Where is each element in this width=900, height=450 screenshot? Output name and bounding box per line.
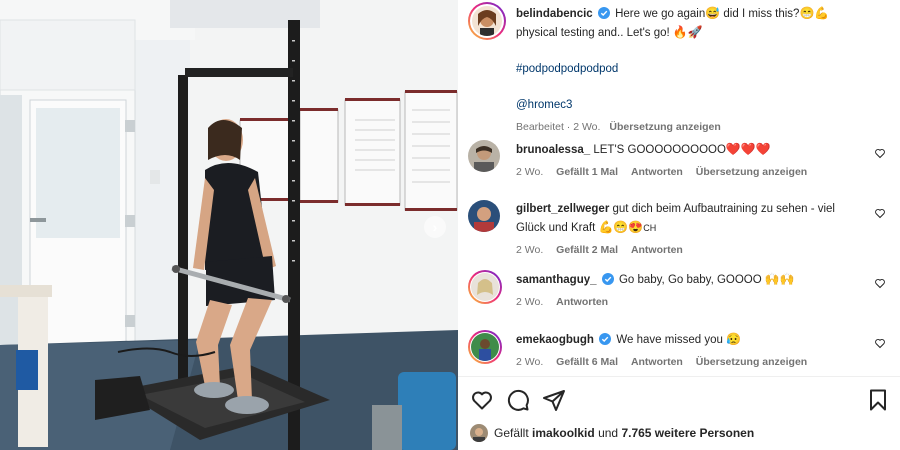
- post-caption: belindabencic Here we go again😅 did I mi…: [468, 2, 888, 136]
- author-username[interactable]: belindabencic: [516, 8, 593, 20]
- caption-translate-link[interactable]: Übersetzung anzeigen: [609, 121, 720, 133]
- comment-text: LET'S GOOOOOOOOOO: [593, 144, 726, 156]
- likes-middle: und: [598, 426, 619, 440]
- comment-emoji: 😥: [726, 332, 742, 346]
- post-photo: [0, 0, 458, 450]
- comment-emoji: 💪😁😍: [598, 220, 644, 234]
- caption-text: belindabencic Here we go again😅 did I mi…: [516, 2, 888, 136]
- chevron-right-icon: ›: [432, 219, 438, 235]
- author-avatar-image: [472, 6, 502, 36]
- comment-reply-button[interactable]: Antworten: [631, 166, 683, 178]
- post-media[interactable]: ›: [0, 0, 458, 450]
- comment-body: emekaogbugh We have missed you 😥 2 Wo. G…: [516, 330, 892, 371]
- comment-reply-button[interactable]: Antworten: [556, 296, 608, 308]
- comment-meta: 2 Wo. Gefällt 1 Mal Antworten Übersetzun…: [516, 163, 858, 181]
- caption-line-1: Here we go again: [615, 8, 706, 20]
- comment-like-heart-icon[interactable]: [874, 147, 886, 159]
- comment-icon[interactable]: [506, 388, 530, 412]
- comment-time: 2 Wo.: [516, 296, 544, 308]
- post-side-panel: belindabencic Here we go again😅 did I mi…: [458, 0, 900, 450]
- comment-suffix: CH: [643, 223, 657, 233]
- comment-time: 2 Wo.: [516, 166, 544, 178]
- verified-icon: [599, 333, 612, 345]
- comment-like-heart-icon[interactable]: [874, 337, 886, 349]
- post-action-bar: [470, 388, 888, 414]
- comment-meta: 2 Wo. Gefällt 6 Mal Antworten Übersetzun…: [516, 353, 858, 371]
- commenter-avatar[interactable]: [468, 140, 500, 172]
- comment-meta: 2 Wo. Gefällt 2 Mal Antworten: [516, 241, 858, 259]
- comment-likes[interactable]: Gefällt 1 Mal: [556, 166, 618, 178]
- likes-prefix: Gefällt: [494, 426, 529, 440]
- caption-hashtag[interactable]: #podpodpodpodpod: [516, 63, 618, 75]
- verified-icon: [597, 7, 610, 19]
- caption-edited-time: Bearbeitet · 2 Wo.: [516, 121, 601, 133]
- comment-item: gilbert_zellweger gut dich beim Aufbautr…: [468, 200, 892, 259]
- instagram-post-view: › belindabencic Here we go again😅 did I …: [0, 0, 900, 450]
- comment-time: 2 Wo.: [516, 244, 544, 256]
- commenter-avatar[interactable]: [468, 200, 500, 232]
- comment-reply-button[interactable]: Antworten: [631, 244, 683, 256]
- comment-translate-link[interactable]: Übersetzung anzeigen: [696, 166, 807, 178]
- likes-user[interactable]: imakoolkid: [532, 426, 595, 440]
- share-icon[interactable]: [542, 388, 566, 412]
- heart-icon[interactable]: [470, 388, 494, 412]
- comment-item: brunoalessa_ LET'S GOOOOOOOOOO❤️❤️❤️ 2 W…: [468, 140, 892, 181]
- comment-likes[interactable]: Gefällt 2 Mal: [556, 244, 618, 256]
- likes-count[interactable]: 7.765 weitere Personen: [621, 426, 754, 440]
- comment-likes[interactable]: Gefällt 6 Mal: [556, 356, 618, 368]
- comment-emoji: 🙌🙌: [764, 272, 795, 286]
- liker-avatar[interactable]: [470, 424, 488, 442]
- comment-like-heart-icon[interactable]: [874, 207, 886, 219]
- comment-emoji: ❤️❤️❤️: [725, 142, 771, 156]
- comment-username[interactable]: gilbert_zellweger: [516, 203, 609, 215]
- comment-username[interactable]: brunoalessa_: [516, 144, 590, 156]
- comment-username[interactable]: samanthaguy_: [516, 274, 597, 286]
- caption-mention[interactable]: @hromec3: [516, 99, 572, 111]
- comment-text: We have missed you: [616, 334, 723, 346]
- caption-emoji-2: 😁💪: [799, 6, 830, 20]
- caption-emoji-3: 🔥🚀: [672, 25, 703, 39]
- comment-like-heart-icon[interactable]: [874, 277, 886, 289]
- bookmark-icon[interactable]: [866, 388, 890, 412]
- comment-item: samanthaguy_ Go baby, Go baby, GOOOO 🙌🙌 …: [468, 270, 892, 311]
- comment-username[interactable]: emekaogbugh: [516, 334, 594, 346]
- comment-meta: 2 Wo. Antworten: [516, 293, 858, 311]
- comment-body: samanthaguy_ Go baby, Go baby, GOOOO 🙌🙌 …: [516, 270, 892, 311]
- actions-divider: [458, 376, 900, 377]
- caption-line-1b: did I miss this?: [720, 8, 800, 20]
- caption-meta: Bearbeitet · 2 Wo. Übersetzung anzeigen: [516, 118, 888, 136]
- caption-emoji-1: 😅: [705, 6, 721, 20]
- comment-body: brunoalessa_ LET'S GOOOOOOOOOO❤️❤️❤️ 2 W…: [516, 140, 892, 181]
- commenter-avatar-image: [471, 273, 499, 301]
- commenter-avatar-image: [471, 333, 499, 361]
- comment-time: 2 Wo.: [516, 356, 544, 368]
- comment-reply-button[interactable]: Antworten: [631, 356, 683, 368]
- author-avatar[interactable]: [468, 2, 506, 43]
- comment-item: emekaogbugh We have missed you 😥 2 Wo. G…: [468, 330, 892, 371]
- caption-line-2: physical testing and.. Let's go!: [516, 27, 673, 39]
- comment-text: Go baby, Go baby, GOOOO: [618, 274, 762, 286]
- comment-translate-link[interactable]: Übersetzung anzeigen: [696, 356, 807, 368]
- likes-summary: Gefällt imakoolkid und 7.765 weitere Per…: [470, 424, 754, 442]
- verified-icon: [601, 273, 614, 285]
- commenter-avatar[interactable]: [468, 330, 502, 364]
- comment-body: gilbert_zellweger gut dich beim Aufbautr…: [516, 200, 892, 259]
- next-media-button[interactable]: ›: [424, 216, 446, 238]
- commenter-avatar[interactable]: [468, 270, 502, 304]
